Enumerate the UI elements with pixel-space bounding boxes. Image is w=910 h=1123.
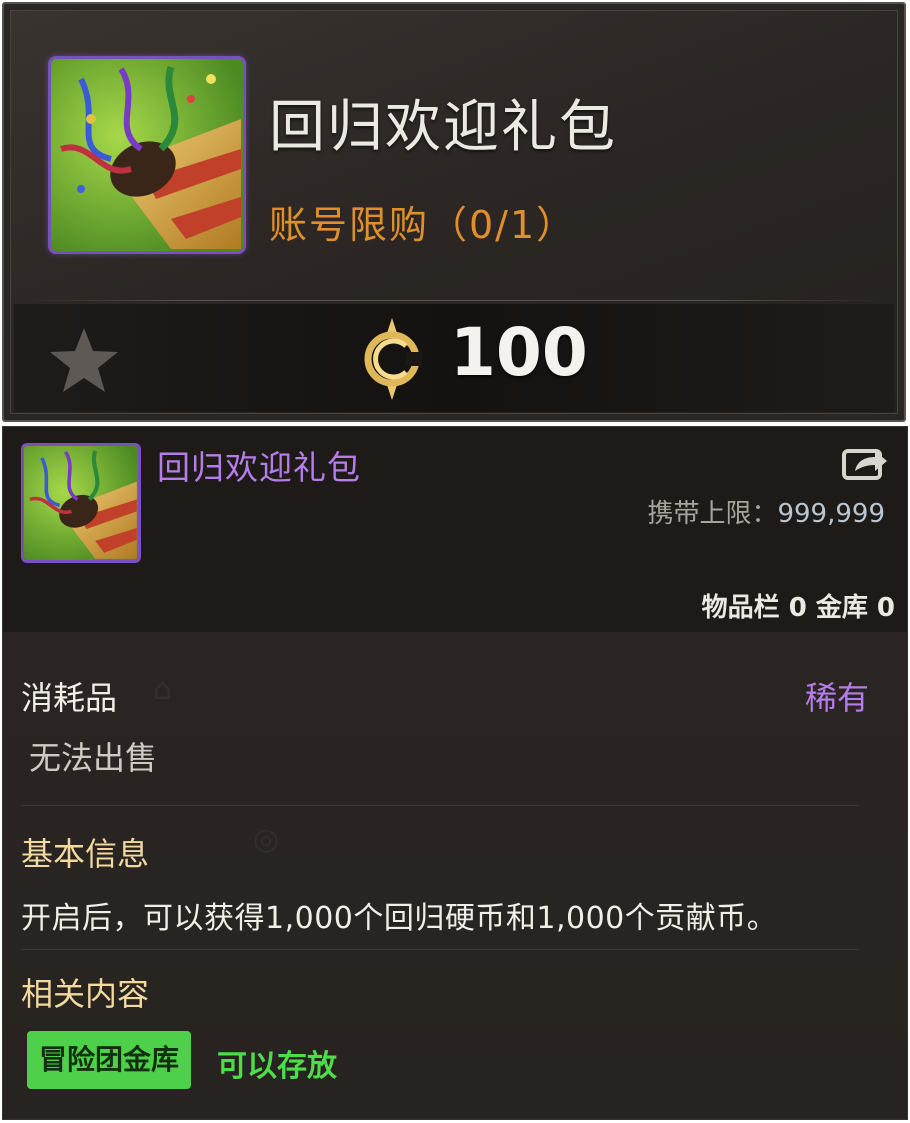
item-description: 开启后，可以获得1,000个回归硬币和1,000个贡献币。	[21, 901, 778, 936]
coin-icon	[364, 318, 422, 400]
share-icon[interactable]	[841, 441, 889, 481]
stock-count: 物品栏 0 金库 0	[701, 593, 895, 623]
rarity-label: 稀有	[804, 679, 869, 717]
background-ghost: ◎	[253, 822, 280, 857]
item-tooltip: 回归欢迎礼包 携带上限：999,999 物品栏 0 金库 0 ⌂ ◎ 消耗品 稀…	[2, 426, 908, 1120]
divider	[21, 805, 859, 806]
item-type: 消耗品	[21, 679, 118, 717]
divider	[22, 300, 886, 301]
price-value: 100	[450, 314, 588, 391]
storage-status: 可以存放	[217, 1049, 337, 1084]
tooltip-item-name: 回归欢迎礼包	[157, 448, 361, 487]
sell-status: 无法出售	[29, 739, 158, 777]
storage-tag[interactable]: 冒险团金库	[27, 1031, 192, 1089]
item-icon	[48, 56, 246, 254]
purchase-limit: 账号限购（0/1）	[269, 203, 577, 247]
carry-limit-label: 携带上限：	[647, 499, 778, 529]
divider	[21, 949, 859, 950]
star-icon[interactable]	[48, 326, 120, 394]
basic-info-title: 基本信息	[21, 835, 150, 873]
party-popper-icon	[24, 446, 138, 560]
carry-limit-value: 999,999	[777, 499, 885, 529]
carry-limit: 携带上限：999,999	[647, 493, 885, 530]
related-content-title: 相关内容	[21, 975, 150, 1013]
item-title: 回归欢迎礼包	[269, 95, 617, 160]
shop-item-card[interactable]: 回归欢迎礼包 账号限购（0/1） 100	[2, 2, 906, 422]
background-ghost: ⌂	[153, 672, 173, 707]
tooltip-item-icon	[21, 443, 141, 563]
party-popper-icon	[51, 59, 243, 251]
